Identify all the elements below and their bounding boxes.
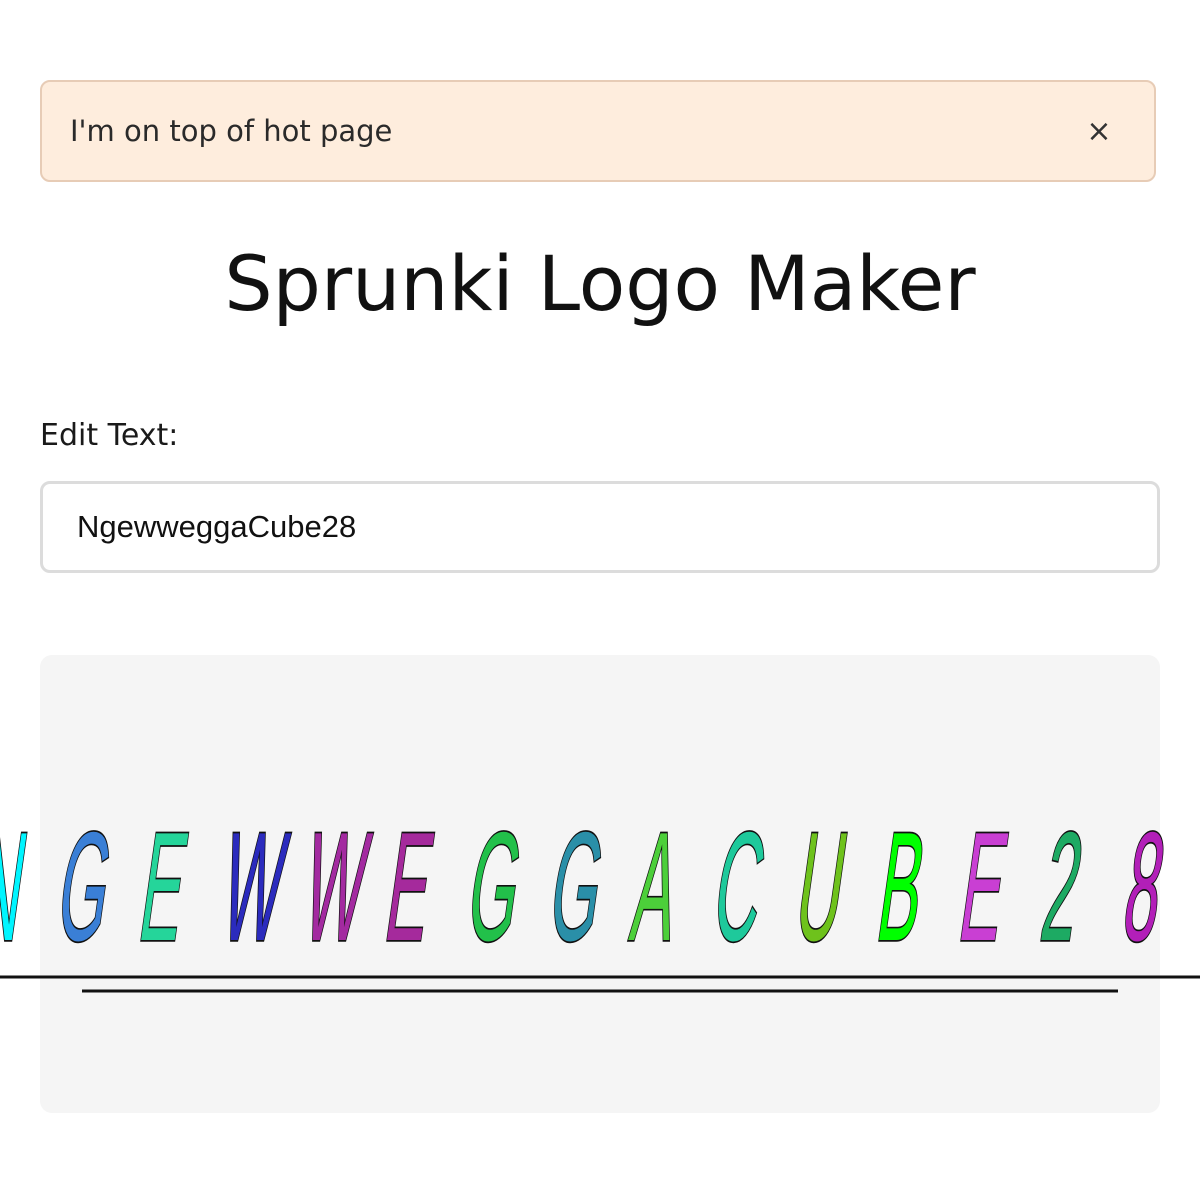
logo-letter: G	[459, 801, 532, 974]
close-icon[interactable]: ×	[1082, 114, 1116, 149]
logo-letter: W	[213, 801, 296, 974]
logo-letter: E	[951, 801, 1017, 974]
page: I'm on top of hot page × Sprunki Logo Ma…	[0, 0, 1200, 1200]
banner-message: I'm on top of hot page	[70, 114, 393, 148]
notification-banner: I'm on top of hot page ×	[40, 80, 1156, 182]
logo-letter: W	[295, 801, 378, 974]
logo-letter: G	[541, 801, 614, 974]
logo-letter: 2	[1033, 801, 1092, 974]
logo-preview-svg: NGEWWEGGACUBE28	[0, 800, 1200, 993]
logo-letter: G	[49, 801, 122, 974]
logo-letter: E	[377, 801, 443, 974]
logo-letter: U	[787, 801, 856, 974]
logo-letter: E	[131, 801, 197, 974]
logo-letter: C	[705, 801, 774, 974]
logo-letter: N	[0, 801, 36, 974]
logo-letter: 8	[1115, 801, 1174, 974]
edit-text-label: Edit Text:	[40, 418, 179, 453]
page-title: Sprunki Logo Maker	[224, 239, 976, 328]
edit-text-input[interactable]	[40, 481, 1160, 573]
logo-letter: B	[869, 801, 935, 974]
logo-letter: A	[623, 801, 689, 974]
logo-letters: NGEWWEGGACUBE28	[0, 800, 1175, 975]
